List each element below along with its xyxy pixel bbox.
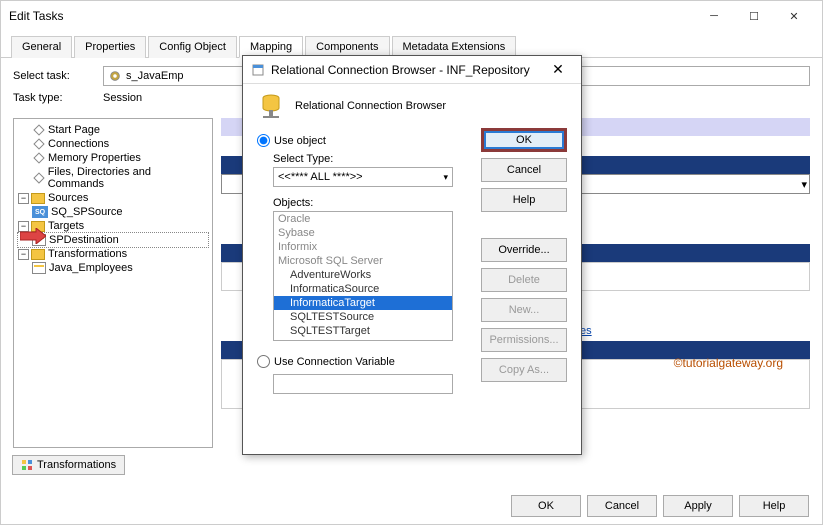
- window-controls: ─ ☐ ✕: [694, 2, 814, 30]
- list-item[interactable]: Microsoft SQL Server: [274, 254, 452, 268]
- objects-label: Objects:: [273, 197, 471, 209]
- diamond-icon: [33, 172, 44, 183]
- tree-files-directories[interactable]: Files, Directories and Commands: [18, 165, 208, 191]
- select-task-label: Select task:: [13, 70, 103, 82]
- tree-sources[interactable]: −Sources: [18, 191, 208, 205]
- help-button[interactable]: Help: [739, 495, 809, 517]
- list-item[interactable]: AdventureWorks: [274, 268, 452, 282]
- collapse-icon[interactable]: −: [18, 249, 29, 260]
- tree-memory-properties[interactable]: Memory Properties: [18, 151, 208, 165]
- tab-transformations-bottom[interactable]: Transformations: [12, 455, 125, 475]
- chevron-down-icon: ▾: [443, 172, 448, 183]
- use-connection-variable-radio[interactable]: [257, 355, 270, 368]
- delete-button[interactable]: Delete: [481, 268, 567, 292]
- copy-as-button[interactable]: Copy As...: [481, 358, 567, 382]
- browser-icon: [251, 63, 265, 77]
- list-item[interactable]: Sybase: [274, 226, 452, 240]
- gear-icon: [21, 459, 33, 471]
- tab-general[interactable]: General: [11, 36, 72, 58]
- modal-header: Relational Connection Browser: [243, 84, 581, 128]
- sql-icon: SQ: [32, 206, 48, 218]
- list-item[interactable]: SQLTESTTarget: [274, 324, 452, 338]
- maximize-button[interactable]: ☐: [734, 2, 774, 30]
- diamond-icon: [33, 124, 44, 135]
- modal-close-button[interactable]: ✕: [543, 61, 573, 78]
- list-item[interactable]: InformaticaSource: [274, 282, 452, 296]
- cancel-button[interactable]: Cancel: [587, 495, 657, 517]
- use-object-radio[interactable]: [257, 134, 270, 147]
- footer-buttons: OK Cancel Apply Help: [511, 495, 809, 517]
- gear-icon: [108, 69, 122, 83]
- select-type-label: Select Type:: [273, 153, 471, 165]
- modal-header-text: Relational Connection Browser: [295, 100, 446, 112]
- override-button[interactable]: Override...: [481, 238, 567, 262]
- bottom-tabs: Transformations: [12, 455, 125, 475]
- close-button[interactable]: ✕: [774, 2, 814, 30]
- connection-variable-input[interactable]: [273, 374, 453, 394]
- modal-cancel-button[interactable]: Cancel: [481, 158, 567, 182]
- new-button[interactable]: New...: [481, 298, 567, 322]
- navigation-tree[interactable]: Start Page Connections Memory Properties…: [13, 118, 213, 448]
- list-item[interactable]: SQLTESTSource: [274, 310, 452, 324]
- modal-title: Relational Connection Browser - INF_Repo…: [271, 63, 543, 77]
- main-titlebar: Edit Tasks ─ ☐ ✕: [1, 1, 822, 31]
- permissions-button[interactable]: Permissions...: [481, 328, 567, 352]
- chevron-down-icon: ▾: [801, 178, 807, 191]
- relational-connection-browser-dialog: Relational Connection Browser - INF_Repo…: [242, 55, 582, 455]
- apply-button[interactable]: Apply: [663, 495, 733, 517]
- diamond-icon: [33, 152, 44, 163]
- arrow-callout-icon: [20, 228, 46, 244]
- list-item[interactable]: Informix: [274, 240, 452, 254]
- collapse-icon[interactable]: −: [18, 193, 29, 204]
- tree-java-employees[interactable]: Java_Employees: [18, 261, 208, 275]
- tab-properties[interactable]: Properties: [74, 36, 146, 58]
- modal-ok-button[interactable]: OK: [481, 128, 567, 152]
- task-name: s_JavaEmp: [126, 70, 183, 82]
- tree-spdestination[interactable]: SPDestination: [18, 233, 208, 247]
- modal-titlebar: Relational Connection Browser - INF_Repo…: [243, 56, 581, 84]
- minimize-button[interactable]: ─: [694, 2, 734, 30]
- use-connection-variable-label: Use Connection Variable: [274, 356, 395, 368]
- select-type-dropdown[interactable]: <<**** ALL ****>> ▾: [273, 167, 453, 187]
- watermark: ©tutorialgateway.org: [674, 356, 783, 370]
- ok-button[interactable]: OK: [511, 495, 581, 517]
- tree-transformations[interactable]: −Transformations: [18, 247, 208, 261]
- tree-start-page[interactable]: Start Page: [18, 123, 208, 137]
- modal-button-panel: OK Cancel Help Override... Delete New...…: [481, 128, 567, 394]
- folder-icon: [31, 193, 45, 204]
- modal-help-button[interactable]: Help: [481, 188, 567, 212]
- modal-left-panel: Use object Select Type: <<**** ALL ****>…: [257, 128, 471, 394]
- tree-sq-spsource[interactable]: SQSQ_SPSource: [18, 205, 208, 219]
- objects-listbox[interactable]: Oracle Sybase Informix Microsoft SQL Ser…: [273, 211, 453, 341]
- window-title: Edit Tasks: [9, 9, 694, 23]
- tree-connections[interactable]: Connections: [18, 137, 208, 151]
- table-icon: [32, 262, 46, 274]
- database-icon: [257, 92, 285, 120]
- list-item-selected[interactable]: InformaticaTarget: [274, 296, 452, 310]
- list-item[interactable]: Oracle: [274, 212, 452, 226]
- folder-icon: [31, 249, 45, 260]
- task-type-label: Task type:: [13, 92, 103, 104]
- tab-config-object[interactable]: Config Object: [148, 36, 237, 58]
- diamond-icon: [33, 138, 44, 149]
- tree-targets[interactable]: −Targets: [18, 219, 208, 233]
- use-object-label: Use object: [274, 135, 326, 147]
